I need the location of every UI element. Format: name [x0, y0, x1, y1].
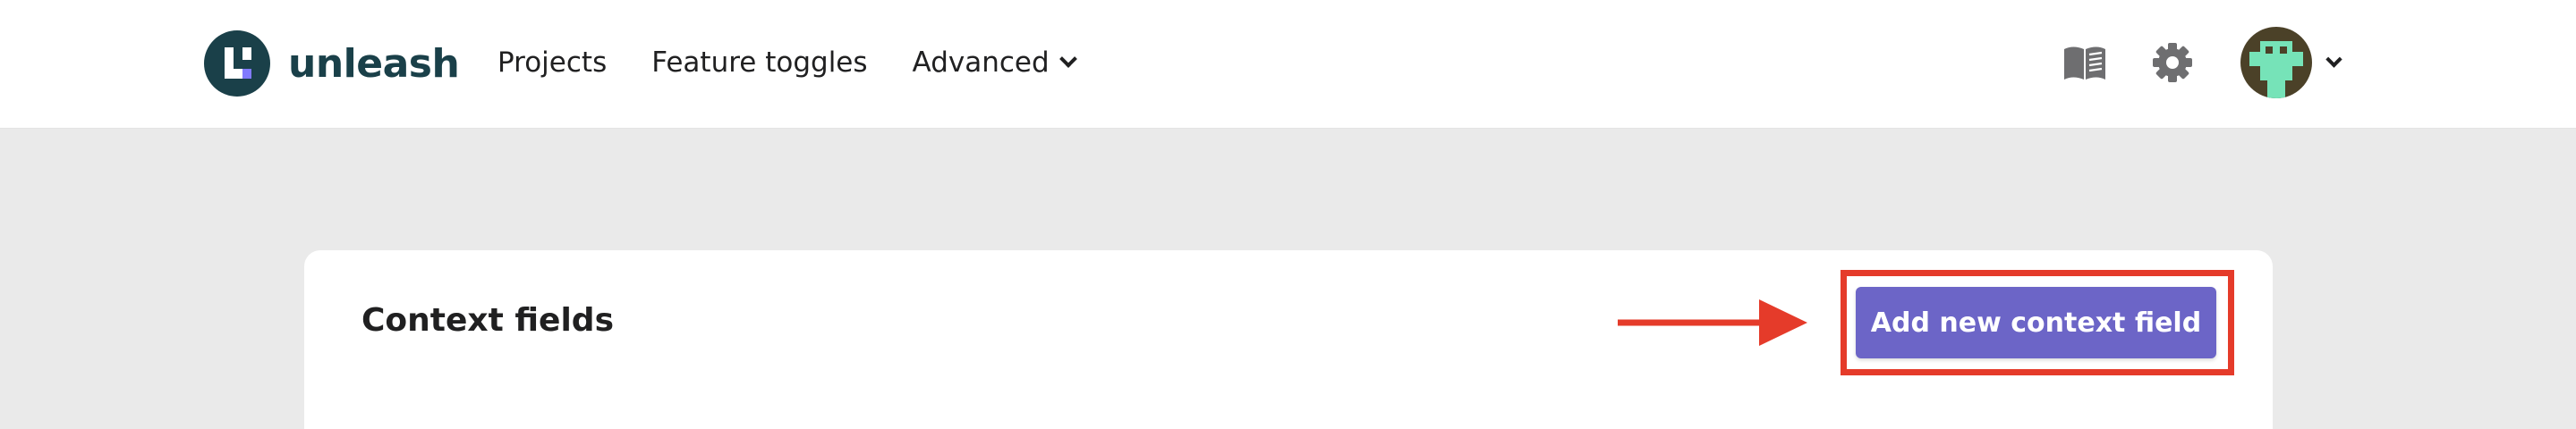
- nav-feature-toggles[interactable]: Feature toggles: [651, 46, 867, 79]
- unleash-logo[interactable]: unleash: [204, 30, 460, 97]
- logo-text: unleash: [288, 40, 460, 87]
- chevron-down-icon: [2325, 50, 2342, 68]
- user-menu[interactable]: [2240, 27, 2342, 98]
- settings-button[interactable]: [2146, 36, 2199, 89]
- header-actions: [2058, 27, 2342, 98]
- add-context-field-button[interactable]: Add new context field: [1856, 287, 2216, 358]
- book-icon: [2064, 46, 2105, 80]
- top-navigation-bar: unleash Projects Feature toggles Advance…: [0, 0, 2576, 129]
- nav-advanced-label: Advanced: [912, 46, 1050, 79]
- gear-icon: [2153, 43, 2192, 82]
- user-avatar: [2240, 27, 2312, 98]
- documentation-button[interactable]: [2058, 36, 2112, 89]
- nav-advanced-dropdown[interactable]: Advanced: [912, 46, 1077, 79]
- unleash-logo-icon: [204, 30, 270, 97]
- nav-projects[interactable]: Projects: [497, 46, 607, 79]
- page-title: Context fields: [361, 302, 615, 339]
- main-nav: Projects Feature toggles Advanced: [497, 46, 1077, 79]
- chevron-down-icon: [1058, 50, 1077, 68]
- annotation-arrow-icon: [1618, 299, 1807, 346]
